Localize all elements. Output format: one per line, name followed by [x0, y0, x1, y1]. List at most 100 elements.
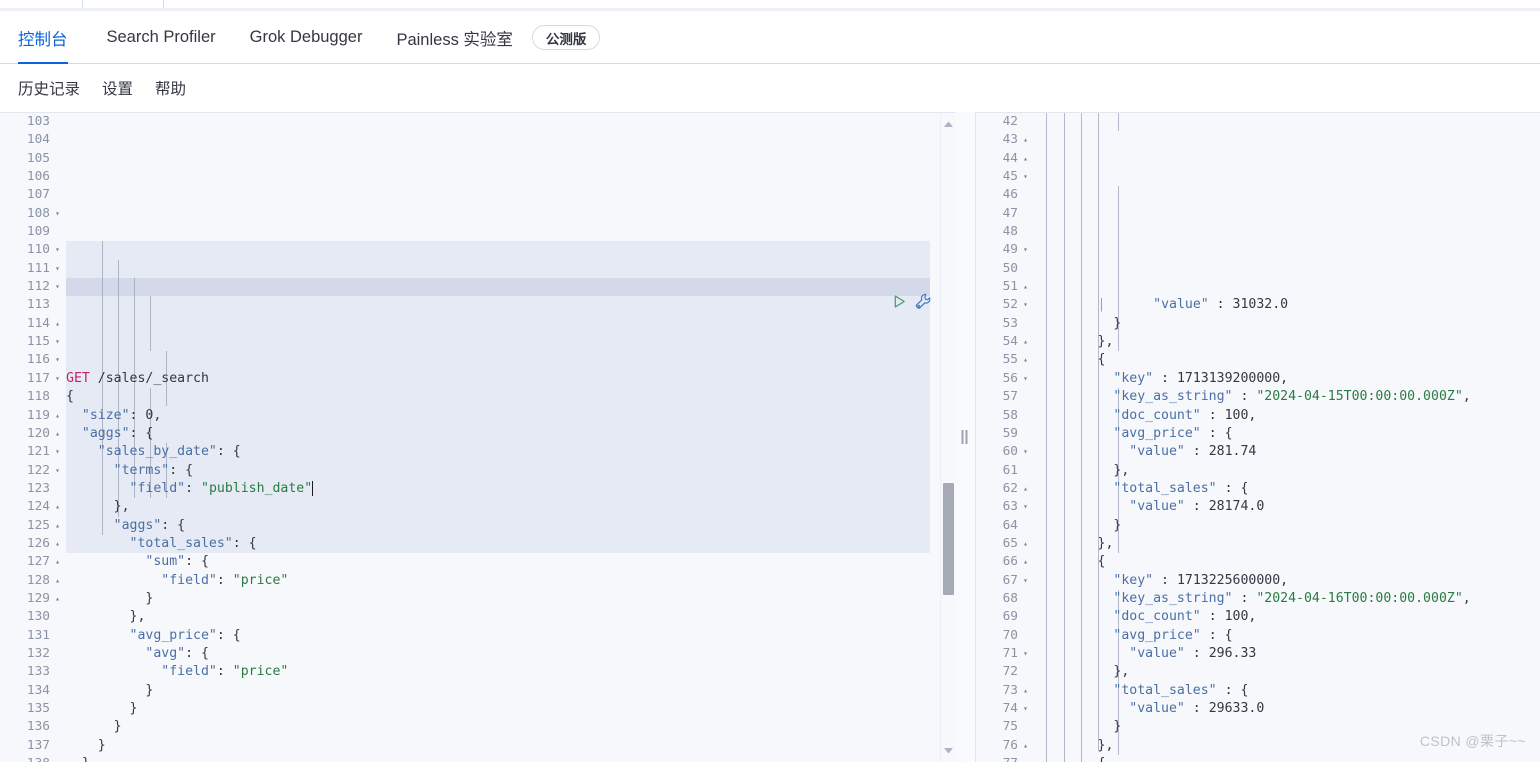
code-line[interactable]: } [66, 700, 955, 718]
code-line[interactable]: "key" : 1713225600000, [1034, 572, 1540, 590]
fold-toggle-icon[interactable]: ▴ [1020, 553, 1031, 571]
code-line[interactable]: "value" : 28174.0 [1034, 498, 1540, 516]
tab-painless-lab[interactable]: Painless 实验室 [379, 11, 529, 64]
fold-toggle-icon[interactable]: ▾ [52, 351, 63, 369]
code-line[interactable] [66, 333, 955, 351]
fold-toggle-icon[interactable]: ▴ [1020, 535, 1031, 553]
tab-console[interactable]: 控制台 [18, 11, 90, 64]
fold-toggle-icon[interactable]: ▴ [1020, 333, 1031, 351]
code-line[interactable]: { [1034, 755, 1540, 762]
beta-badge[interactable]: 公测版 [531, 25, 601, 50]
code-line[interactable]: } [66, 682, 955, 700]
fold-toggle-icon[interactable]: ▴ [52, 553, 63, 571]
code-line[interactable] [66, 296, 955, 314]
editor-gutter[interactable]: 103 104 105 106 107 ▾ 108 109 ▾ 110 ▾ 111 ▾ 112 113 ▴ 11… [0, 113, 66, 762]
editor-scrollbar[interactable] [940, 113, 955, 762]
fold-toggle-icon[interactable]: ▴ [52, 535, 63, 553]
code-line[interactable]: "aggs": { [66, 517, 955, 535]
code-line[interactable] [66, 351, 955, 369]
code-line[interactable]: } [1034, 718, 1540, 736]
tab-grok-debugger[interactable]: Grok Debugger [233, 11, 380, 64]
code-line[interactable]: { [1034, 351, 1540, 369]
code-line[interactable]: } [66, 755, 955, 762]
code-line[interactable]: }, [1034, 737, 1540, 755]
fold-toggle-icon[interactable]: ▾ [52, 443, 63, 461]
code-line[interactable]: "field": "publish_date" [66, 480, 955, 498]
fold-toggle-icon[interactable]: ▾ [1020, 296, 1031, 314]
code-line[interactable]: } [66, 590, 955, 608]
fold-toggle-icon[interactable]: ▾ [1020, 498, 1031, 516]
code-line[interactable]: }, [1034, 333, 1540, 351]
fold-toggle-icon[interactable]: ▴ [1020, 351, 1031, 369]
code-line[interactable]: { [1034, 553, 1540, 571]
code-line[interactable]: "total_sales" : { [1034, 480, 1540, 498]
code-line[interactable]: "key_as_string" : "2024-04-16T00:00:00.0… [1034, 590, 1540, 608]
fold-toggle-icon[interactable]: ▾ [1020, 443, 1031, 461]
code-line[interactable]: "avg": { [66, 645, 955, 663]
fold-toggle-icon[interactable]: ▴ [1020, 480, 1031, 498]
play-icon[interactable] [892, 294, 907, 309]
fold-toggle-icon[interactable]: ▴ [52, 572, 63, 590]
code-line[interactable]: "doc_count" : 100, [1034, 608, 1540, 626]
scroll-down-arrow[interactable] [944, 748, 953, 757]
fold-toggle-icon[interactable]: ▾ [1020, 168, 1031, 186]
code-line[interactable]: "field": "price" [66, 663, 955, 681]
fold-toggle-icon[interactable]: ▴ [52, 517, 63, 535]
fold-toggle-icon[interactable]: ▾ [1020, 700, 1031, 718]
submenu-item-history[interactable]: 历史记录 [18, 77, 80, 99]
code-line[interactable]: "field": "price" [66, 572, 955, 590]
code-line[interactable]: } [66, 718, 955, 736]
code-line[interactable]: "aggs": { [66, 425, 955, 443]
code-line[interactable]: "avg_price" : { [1034, 425, 1540, 443]
fold-toggle-icon[interactable]: ▾ [52, 205, 63, 223]
code-line[interactable]: } [1034, 315, 1540, 333]
fold-toggle-icon[interactable]: ▾ [1020, 370, 1031, 388]
fold-toggle-icon[interactable]: ▴ [1020, 278, 1031, 296]
code-line[interactable]: }, [66, 498, 955, 516]
fold-toggle-icon[interactable]: ▴ [52, 425, 63, 443]
output-code[interactable]: | "value" : 31032.0 } }, { "key" : 17131… [1034, 113, 1540, 762]
submenu-item-help[interactable]: 帮助 [155, 77, 186, 99]
fold-toggle-icon[interactable]: ▴ [52, 315, 63, 333]
fold-toggle-icon[interactable]: ▴ [1020, 150, 1031, 168]
code-line[interactable]: }, [66, 608, 955, 626]
fold-toggle-icon[interactable]: ▾ [52, 260, 63, 278]
fold-toggle-icon[interactable]: ▾ [1020, 572, 1031, 590]
code-line[interactable]: }, [1034, 535, 1540, 553]
code-line[interactable]: "value" : 29633.0 [1034, 700, 1540, 718]
fold-toggle-icon[interactable]: ▴ [1020, 755, 1031, 762]
request-editor-pane[interactable]: 103 104 105 106 107 ▾ 108 109 ▾ 110 ▾ 111 ▾ 112 113 ▴ 11… [0, 112, 955, 762]
code-line[interactable]: "size": 0, [66, 407, 955, 425]
wrench-icon[interactable] [915, 293, 932, 310]
fold-toggle-icon[interactable]: ▴ [1020, 131, 1031, 149]
fold-toggle-icon[interactable]: ▾ [52, 241, 63, 259]
fold-toggle-icon[interactable]: ▾ [52, 462, 63, 480]
editor-scrollbar-thumb[interactable] [943, 483, 954, 595]
code-line[interactable]: "doc_count" : 100, [1034, 407, 1540, 425]
code-line[interactable]: }, [1034, 663, 1540, 681]
fold-toggle-icon[interactable]: ▾ [1020, 645, 1031, 663]
code-line[interactable]: "avg_price": { [66, 627, 955, 645]
fold-toggle-icon[interactable]: ▾ [52, 278, 63, 296]
code-line[interactable]: | "value" : 31032.0 [1034, 296, 1540, 314]
code-line[interactable]: "terms": { [66, 462, 955, 480]
code-line[interactable]: "value" : 281.74 [1034, 443, 1540, 461]
code-line[interactable]: "value" : 296.33 [1034, 645, 1540, 663]
fold-toggle-icon[interactable]: ▴ [52, 590, 63, 608]
code-line[interactable]: } [66, 737, 955, 755]
fold-toggle-icon[interactable]: ▴ [1020, 737, 1031, 755]
code-line[interactable]: "sales_by_date": { [66, 443, 955, 461]
code-line[interactable]: "key" : 1713139200000, [1034, 370, 1540, 388]
fold-toggle-icon[interactable]: ▴ [1020, 682, 1031, 700]
fold-toggle-icon[interactable]: ▾ [1020, 241, 1031, 259]
editor-code[interactable]: GET /sales/_search{ "size": 0, "aggs": {… [66, 113, 955, 762]
code-line[interactable]: "avg_price" : { [1034, 627, 1540, 645]
code-line[interactable]: }, [1034, 462, 1540, 480]
response-output-pane[interactable]: 42 ▴ 43 ▴ 44 ▾ 45 46 47 48 ▾ 49 50 ▴ 51 ▾ 52 53 ▴ 54 ▴ 55 ▾ 56 5… [975, 112, 1540, 762]
output-gutter[interactable]: 42 ▴ 43 ▴ 44 ▾ 45 46 47 48 ▾ 49 50 ▴ 51 ▾ 52 53 ▴ 54 ▴ 55 ▾ 56 5… [976, 113, 1034, 762]
fold-toggle-icon[interactable]: ▾ [52, 370, 63, 388]
code-line[interactable]: "key_as_string" : "2024-04-15T00:00:00.0… [1034, 388, 1540, 406]
scroll-up-arrow[interactable] [944, 118, 953, 127]
submenu-item-settings[interactable]: 设置 [102, 77, 133, 99]
tab-search-profiler[interactable]: Search Profiler [90, 11, 233, 64]
